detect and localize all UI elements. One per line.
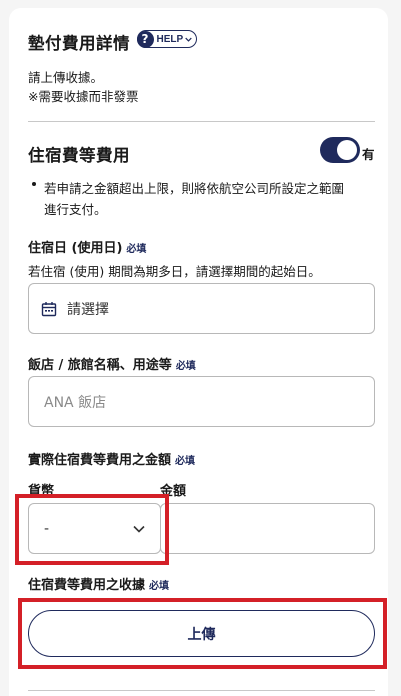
note-receipt-required: ※需要收據而非發票 bbox=[28, 89, 139, 104]
hotel-label-text: 飯店 / 旅館名稱、用途等 bbox=[28, 358, 172, 373]
help-label: HELP bbox=[156, 33, 184, 45]
highlight-box-currency bbox=[15, 494, 169, 565]
divider bbox=[28, 690, 375, 691]
date-field-label: 住宿日 (使用日) 必填 bbox=[28, 237, 146, 256]
toggle-label: 有 bbox=[362, 147, 375, 162]
amount-input[interactable] bbox=[160, 503, 375, 554]
receipt-label-text: 住宿費等費用之收據 bbox=[28, 578, 146, 593]
chevron-down-icon bbox=[185, 37, 192, 42]
required-badge: 必填 bbox=[149, 581, 170, 592]
date-hint: 若住宿 (使用) 期間為期多日，請選擇期間的起始日。 bbox=[28, 264, 321, 279]
receipt-field-label: 住宿費等費用之收據 必填 bbox=[28, 574, 169, 593]
date-label-text: 住宿日 (使用日) bbox=[28, 241, 123, 256]
calendar-icon bbox=[41, 301, 57, 316]
amount-label-text: 實際住宿費等費用之金額 bbox=[28, 453, 172, 468]
limit-notice: 若申請之金額超出上限，則將依航空公司所設定之範圍進行支付。 bbox=[44, 181, 345, 217]
highlight-box-upload bbox=[18, 598, 387, 669]
amount-field-label: 實際住宿費等費用之金額 必填 bbox=[28, 449, 195, 468]
hotel-name-input[interactable]: ANA 飯店 bbox=[28, 376, 375, 427]
help-button[interactable]: ? HELP bbox=[136, 30, 197, 48]
lodging-toggle[interactable] bbox=[320, 137, 360, 163]
required-badge: 必填 bbox=[126, 244, 147, 255]
section-title-lodging: 住宿費等費用 bbox=[28, 146, 130, 165]
note-upload-receipt: 請上傳收據。 bbox=[28, 70, 104, 85]
bullet-icon bbox=[32, 182, 36, 186]
date-value: 請選擇 bbox=[67, 301, 109, 318]
question-icon: ? bbox=[136, 30, 154, 48]
section-title-payment: 墊付費用詳情 bbox=[28, 34, 130, 53]
divider bbox=[28, 121, 375, 122]
toggle-knob bbox=[337, 140, 357, 160]
date-picker-field[interactable]: 請選擇 bbox=[28, 283, 375, 334]
required-badge: 必填 bbox=[175, 456, 196, 467]
required-badge: 必填 bbox=[175, 361, 196, 372]
hotel-field-label: 飯店 / 旅館名稱、用途等 必填 bbox=[28, 354, 196, 373]
